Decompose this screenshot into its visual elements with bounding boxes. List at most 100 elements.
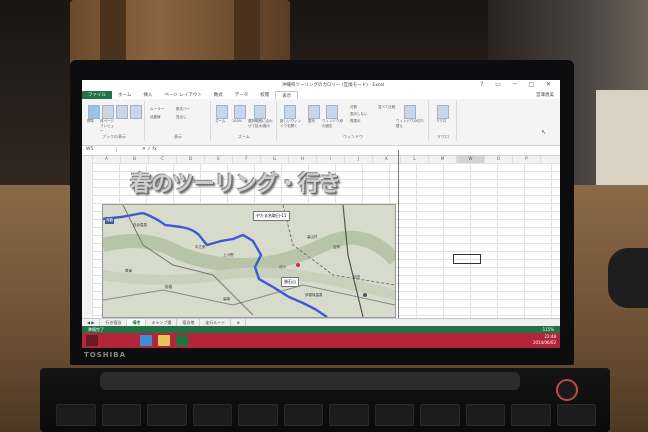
ruler-checkbox[interactable]: ルーラー: [150, 107, 164, 112]
power-button[interactable]: [556, 379, 578, 401]
column-header[interactable]: C: [149, 156, 177, 163]
map-place-label: 沼田: [353, 275, 360, 279]
page-break-label: 改ページ プレビュー: [100, 119, 114, 133]
status-bar: 準備完了 115%: [82, 326, 560, 333]
window-controls[interactable]: ? ▭ ─ □ ✕: [480, 81, 556, 88]
keyboard-key[interactable]: [329, 404, 369, 426]
fx-icon[interactable]: ✕ ✓ fx: [142, 147, 157, 152]
keyboard-key[interactable]: [511, 404, 551, 426]
column-header[interactable]: O: [485, 156, 513, 163]
wordart-title[interactable]: 春のツーリング・行き: [130, 166, 341, 198]
keyboard-key[interactable]: [465, 404, 505, 426]
column-header[interactable]: A: [93, 156, 121, 163]
tab-data[interactable]: データ: [229, 91, 255, 99]
tab-view[interactable]: 表示: [275, 91, 299, 99]
arrange-all-button[interactable]: [308, 105, 320, 119]
tab-home[interactable]: ホーム: [112, 91, 137, 99]
tab-file[interactable]: ファイル: [82, 91, 112, 99]
switch-windows-button[interactable]: [404, 105, 416, 119]
mouse-pointer-icon: ↖: [540, 129, 546, 136]
tab-page-layout[interactable]: ページ レイアウト: [158, 91, 207, 99]
formula-bar: W5 ✕ ✓ fx: [82, 146, 560, 156]
tab-formulas[interactable]: 数式: [208, 91, 229, 99]
zoom-100-button[interactable]: [234, 105, 246, 119]
map-callout: やたる名取日-11: [253, 211, 290, 221]
active-cell[interactable]: [453, 254, 481, 264]
ribbon-tabs: ファイル ホーム 挿入 ページ レイアウト 数式 データ 校閲 表示 宮澤恵美: [82, 91, 560, 99]
excel-icon[interactable]: [176, 335, 188, 346]
keyboard-key[interactable]: [238, 404, 278, 426]
keyboard-key[interactable]: [420, 404, 460, 426]
group-label: 表示: [174, 134, 182, 139]
column-header[interactable]: M: [429, 156, 457, 163]
zoom-to-selection-button[interactable]: [254, 105, 266, 119]
group-macros: マクロ マクロ: [430, 101, 457, 141]
map-place-label: 伊香保温泉: [305, 293, 323, 297]
formula-bar-checkbox[interactable]: 数式バー: [176, 107, 190, 112]
column-header[interactable]: L: [401, 156, 429, 163]
map-place-label: 渋川: [279, 265, 286, 269]
tab-review[interactable]: 校閲: [254, 91, 275, 99]
new-window-label: 新しいウィンドウを開く: [280, 119, 301, 128]
taskbar-clock[interactable]: 22:48 2014/06/02: [533, 334, 556, 346]
group-workbook-views: 標準 改ページ プレビュー ブックの表示: [84, 101, 145, 141]
macro-label: マクロ: [436, 119, 447, 123]
desktop-thumbnail-icon[interactable]: [86, 335, 98, 346]
folder-icon[interactable]: [158, 335, 170, 346]
group-window: 新しいウィンドウを開く 整列 ウィンドウ枠の固定 分割 表示しない 再表示 並べ…: [278, 101, 429, 141]
map-place-label: 草津: [125, 269, 132, 273]
unhide-button[interactable]: 再表示: [350, 119, 361, 124]
column-header-selected[interactable]: W: [457, 156, 485, 163]
keyboard-key[interactable]: [283, 404, 323, 426]
hide-button[interactable]: 表示しない: [350, 112, 368, 117]
freeze-label: ウィンドウ枠の固定: [322, 119, 343, 128]
route-map-image[interactable]: やたる名取日-11 香石山 真鶴 白倉温泉 中之条 高山村 吉岡 上小野 渋川 …: [102, 204, 396, 318]
zoom-level[interactable]: 115%: [543, 327, 554, 332]
page-layout-button[interactable]: [116, 105, 128, 119]
map-place-label: 白倉温泉: [133, 223, 147, 227]
page-break-preview-button[interactable]: [102, 105, 114, 119]
view-side-by-side-button[interactable]: 並べて比較: [378, 105, 395, 110]
column-header[interactable]: I: [317, 156, 345, 163]
ribbon-view: 標準 改ページ プレビュー ブックの表示 ルーラー 数式バー 目盛線 見出し 表…: [82, 99, 560, 146]
headings-checkbox[interactable]: 見出し: [176, 115, 187, 120]
column-header[interactable]: B: [121, 156, 149, 163]
normal-view-button[interactable]: [88, 105, 100, 119]
keyboard-key[interactable]: [556, 404, 596, 426]
map-callout-small: 香石山: [281, 277, 299, 287]
column-header[interactable]: E: [205, 156, 233, 163]
ie-icon[interactable]: [140, 335, 152, 346]
group-label: ズーム: [238, 134, 250, 139]
name-box[interactable]: W5: [86, 147, 117, 152]
macros-button[interactable]: [437, 105, 449, 119]
freeze-panes-button[interactable]: [326, 105, 338, 119]
custom-views-button[interactable]: [130, 105, 142, 119]
new-window-button[interactable]: [284, 105, 296, 119]
column-header[interactable]: P: [513, 156, 541, 163]
select-all-corner[interactable]: [82, 156, 93, 163]
map-place-label: 中之条: [195, 245, 206, 249]
column-header[interactable]: G: [261, 156, 289, 163]
title-bar: 沖縄県ツーリングのカロリー (互換モード) - Excel ? ▭ ─ □ ✕: [82, 80, 560, 91]
page-break-line: [398, 150, 399, 320]
keyboard-key[interactable]: [101, 404, 141, 426]
signin-name[interactable]: 宮澤恵美: [530, 91, 560, 99]
column-header[interactable]: H: [289, 156, 317, 163]
gridlines-checkbox[interactable]: 目盛線: [150, 115, 161, 120]
group-zoom: ズーム 100% 選択範囲に合わせて拡大/縮小 ズーム: [212, 101, 277, 141]
keyboard-key[interactable]: [192, 404, 232, 426]
keyboard-key[interactable]: [147, 404, 187, 426]
keyboard-key[interactable]: [374, 404, 414, 426]
column-header[interactable]: J: [345, 156, 373, 163]
switch-windows-label: ウィンドウの切り替え: [396, 119, 424, 128]
keyboard-key[interactable]: [56, 404, 96, 426]
group-show: ルーラー 数式バー 目盛線 見出し 表示: [146, 101, 211, 141]
column-header[interactable]: D: [177, 156, 205, 163]
zoom-button[interactable]: [216, 105, 228, 119]
keyboard-row: [56, 404, 596, 426]
window-title: 沖縄県ツーリングのカロリー (互換モード) - Excel: [282, 83, 385, 88]
column-header[interactable]: K: [373, 156, 401, 163]
tab-insert[interactable]: 挿入: [137, 91, 158, 99]
column-header[interactable]: F: [233, 156, 261, 163]
split-button[interactable]: 分割: [350, 105, 357, 110]
